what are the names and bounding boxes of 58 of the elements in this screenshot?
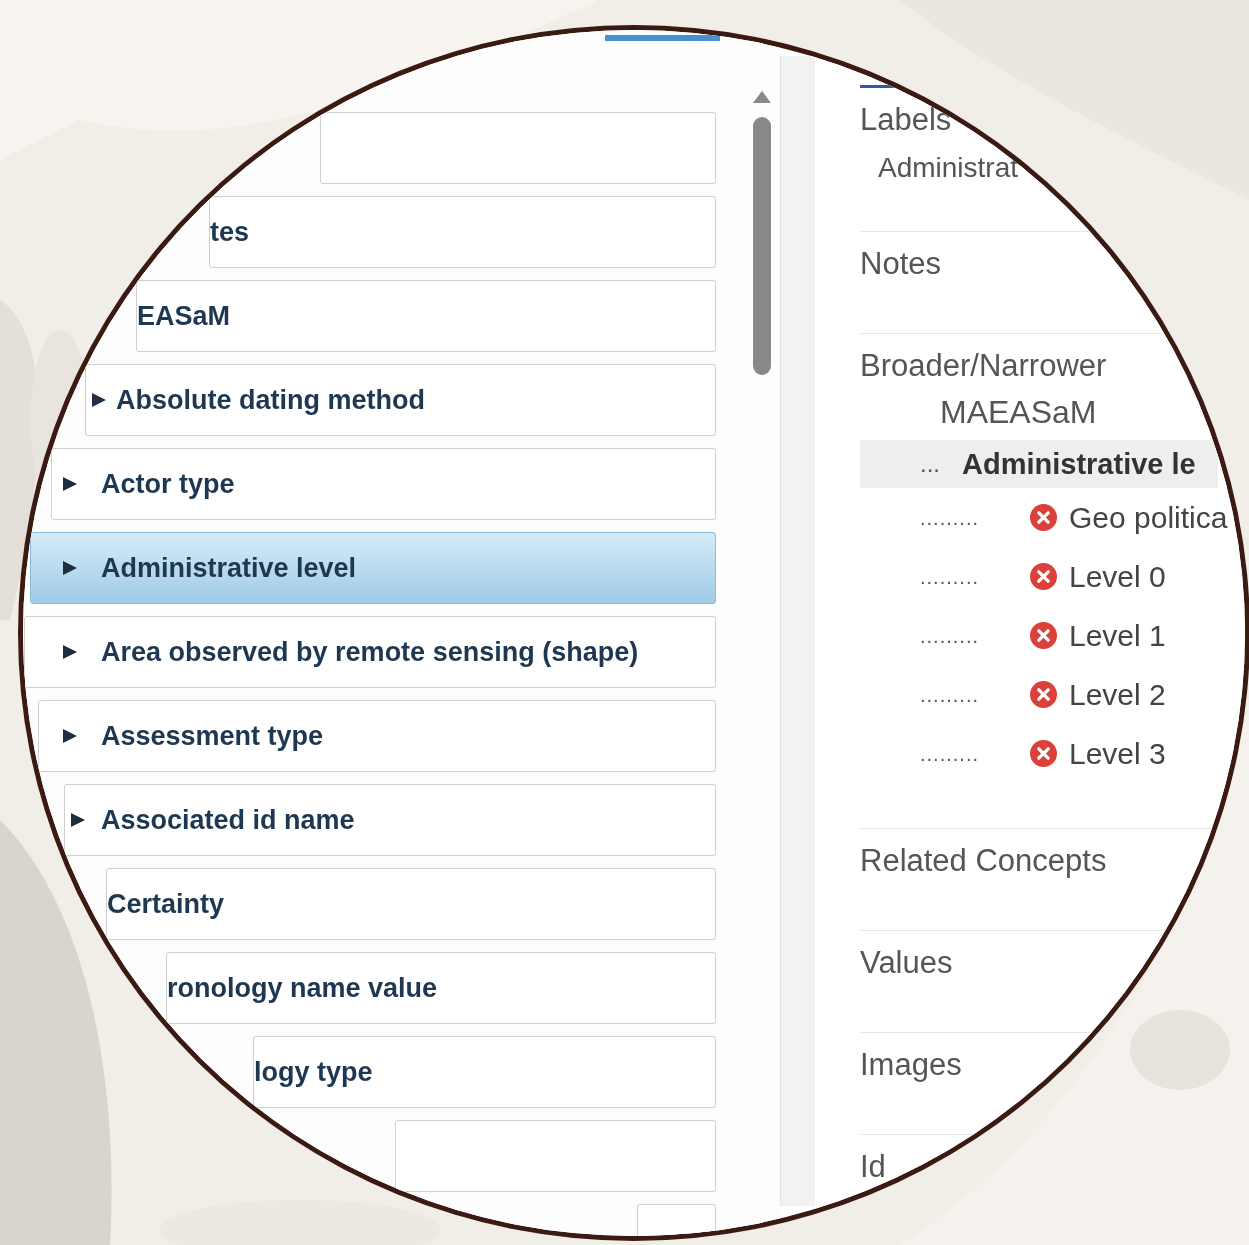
section-heading: Notes bbox=[860, 245, 942, 284]
caret-icon bbox=[90, 391, 108, 409]
row-label: Area observed by remote sensing (shape) bbox=[101, 635, 639, 669]
child-concept[interactable]: Level 1 bbox=[1069, 613, 1166, 659]
list-row[interactable]: ronology name value bbox=[166, 952, 716, 1024]
child-concept[interactable]: Level 3 bbox=[1069, 731, 1166, 777]
section-heading: Images bbox=[860, 1046, 963, 1084]
row-label: Assessment type bbox=[101, 719, 324, 753]
error-icon bbox=[1030, 563, 1057, 591]
section-heading: Labels bbox=[860, 100, 953, 139]
caret-icon bbox=[61, 559, 79, 577]
row-label: EASaM bbox=[137, 299, 231, 333]
error-icon bbox=[1030, 681, 1057, 709]
child-concept[interactable]: Geo politica bbox=[1069, 495, 1228, 541]
row-label: Certainty bbox=[107, 887, 225, 921]
section-heading: Related Concepts bbox=[860, 842, 1108, 880]
row-label: ronology name value bbox=[167, 971, 438, 1005]
list-row[interactable]: Actor type bbox=[51, 448, 716, 520]
tree-dots: ......... bbox=[920, 623, 980, 649]
list-row[interactable]: Certainty bbox=[106, 868, 716, 940]
row-label: tes bbox=[210, 215, 250, 249]
scrollbar-thumb[interactable] bbox=[753, 117, 771, 375]
caret-icon bbox=[61, 643, 79, 661]
section-heading: Values bbox=[860, 944, 954, 982]
error-icon bbox=[1030, 622, 1057, 650]
list-row[interactable]: Associated id name bbox=[64, 784, 716, 856]
list-row[interactable]: EASaM bbox=[136, 280, 716, 352]
list-row[interactable]: Absolute dating method bbox=[85, 364, 716, 436]
caret-icon bbox=[69, 811, 87, 829]
row-label: Associated id name bbox=[101, 803, 355, 837]
child-concept[interactable]: Level 0 bbox=[1069, 554, 1166, 600]
list-row[interactable]: logy type bbox=[253, 1036, 716, 1108]
list-row[interactable]: Assessment type bbox=[38, 700, 716, 772]
current-concept: Administrative le bbox=[962, 446, 1196, 482]
splitter-bar[interactable] bbox=[780, 56, 815, 1206]
section-heading: Broader/Narrower bbox=[860, 347, 1108, 386]
scroll-up-icon[interactable] bbox=[752, 90, 772, 104]
caret-icon bbox=[61, 475, 79, 493]
list-row[interactable]: Area observed by remote sensing (shape) bbox=[24, 616, 716, 688]
child-concept[interactable]: Level 2 bbox=[1069, 672, 1166, 718]
tree-dots: ......... bbox=[920, 564, 980, 590]
tree-dots: ......... bbox=[920, 741, 980, 767]
list-row[interactable]: Administrative level bbox=[30, 532, 716, 604]
section-heading: Id bbox=[860, 1148, 887, 1186]
caret-icon bbox=[61, 727, 79, 745]
row-label: Actor type bbox=[101, 467, 235, 501]
row-label: logy type bbox=[254, 1055, 373, 1089]
tree-dots: ......... bbox=[920, 505, 980, 531]
error-icon bbox=[1030, 504, 1057, 532]
row-label: Administrative level bbox=[101, 551, 357, 585]
label-value: Administrat bbox=[878, 150, 1020, 185]
error-icon bbox=[1030, 740, 1057, 768]
list-row[interactable]: tes bbox=[209, 196, 716, 268]
tree-dots: ......... bbox=[920, 682, 980, 708]
current-concept-row[interactable]: ... Administrative le bbox=[860, 440, 1218, 489]
hierarchy-root[interactable]: MAEASaM bbox=[940, 392, 1097, 433]
row-label: Absolute dating method bbox=[116, 383, 425, 417]
tree-dots: ... bbox=[920, 449, 940, 480]
